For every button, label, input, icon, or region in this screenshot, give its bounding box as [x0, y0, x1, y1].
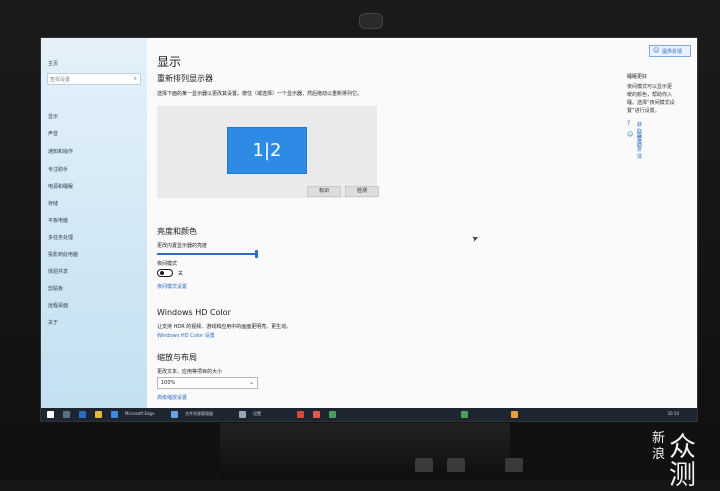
sidebar-item-shared[interactable]: 体验共享	[48, 268, 68, 275]
brightness-fill	[157, 253, 257, 255]
start-icon[interactable]	[47, 411, 54, 418]
folder-icon[interactable]	[95, 411, 102, 418]
main-panel: 显示 重新排列显示器 选择下面的某一显示器以更改其设置。按住（或选择）一个显示器…	[147, 38, 597, 408]
right-panel: ☺ 提供反馈 睡眠更好 夜间模式可以显示更暖的颜色，帮助你入睡。选择“夜间模式设…	[597, 38, 697, 408]
watermark-char-1: 新	[652, 431, 666, 446]
sidebar-item-power[interactable]: 电源和睡眠	[48, 183, 73, 190]
clock[interactable]: 20:10	[667, 411, 679, 416]
sidebar-item-project[interactable]: 投影到此电脑	[48, 251, 78, 258]
nightlight-label: 夜间模式	[157, 261, 178, 267]
sidebar-home[interactable]: 主页	[48, 60, 58, 67]
monitor-tile[interactable]: 1|2	[227, 127, 307, 174]
feedback-icon: ☺	[653, 47, 660, 54]
hdr-desc: 让支持 HDR 的视频、游戏和应用中的画面更明亮、更生动。	[157, 324, 292, 330]
app-icon-red[interactable]	[297, 411, 304, 418]
watermark-text: 众测	[669, 432, 696, 491]
sidebar-item-display[interactable]: 显示	[48, 113, 58, 120]
toggle-knob	[160, 271, 164, 275]
search-placeholder: 查找设置	[50, 77, 71, 83]
brightness-slider[interactable]	[157, 250, 258, 258]
arrange-title: 重新排列显示器	[157, 74, 213, 83]
sidebar-item-sound[interactable]: 声音	[48, 130, 58, 137]
arrange-desc: 选择下面的某一显示器以更改其设置。按住（或选择）一个显示器，然后拖动以重新排列它…	[157, 91, 363, 97]
search-taskbar-icon[interactable]	[63, 411, 70, 418]
identify-button[interactable]: 标识	[307, 186, 341, 197]
app-icon-green[interactable]	[329, 411, 336, 418]
store-icon[interactable]	[171, 411, 178, 418]
detect-button[interactable]: 检测	[345, 186, 379, 197]
sidebar-item-remote[interactable]: 远程桌面	[48, 302, 68, 309]
brightness-title: 亮度和颜色	[157, 227, 197, 236]
hdr-title: Windows HD Color	[157, 308, 231, 317]
nightlight-state: 关	[178, 271, 184, 277]
sidebar-item-clipboard[interactable]: 剪贴板	[48, 285, 63, 292]
watermark-logo: 新 浪 众测	[652, 431, 712, 490]
scale-value: 100%	[161, 380, 176, 386]
brightness-thumb[interactable]	[255, 250, 258, 258]
search-input[interactable]: 查找设置 ⌕	[47, 73, 141, 85]
scale-title: 缩放与布局	[157, 353, 197, 362]
edge-icon[interactable]	[111, 411, 118, 418]
brightness-label: 更改内置显示器的亮度	[157, 243, 208, 249]
settings-window: 主页 查找设置 ⌕ 显示 声音 通知和操作 专注助手 电源和睡眠 存储 平板电脑…	[40, 37, 698, 422]
scale-label: 更改文本、应用等项目的大小	[157, 369, 223, 375]
taskbar: Microsoft Edge 文件资源管理器 设置 20:10	[41, 408, 697, 421]
wechat-icon[interactable]	[461, 411, 468, 418]
page-title: 显示	[157, 55, 182, 69]
taskbar-app-label[interactable]: Microsoft Edge	[125, 411, 155, 416]
sidebar-item-about[interactable]: 关于	[48, 319, 58, 326]
sleep-desc: 夜间模式可以显示更暖的颜色，帮助你入睡。选择“夜间模式设置”进行设置。	[627, 84, 675, 114]
app-icon-orange[interactable]	[313, 411, 320, 418]
advanced-scale-link[interactable]: 高级缩放设置	[157, 394, 187, 401]
sidebar-item-notifications[interactable]: 通知和操作	[48, 148, 73, 155]
hdr-settings-link[interactable]: Windows HD Color 设置	[157, 332, 215, 339]
sidebar-item-multitasking[interactable]: 多任务处理	[48, 234, 73, 241]
chevron-down-icon: ⌄	[248, 379, 254, 386]
watermark-char-2: 浪	[652, 447, 666, 462]
scale-dropdown[interactable]: 100% ⌄	[157, 377, 258, 389]
task-view-icon[interactable]	[79, 411, 86, 418]
mouse-cursor-icon: ➤	[470, 233, 480, 244]
monitor-stand	[220, 423, 510, 480]
help-icon: ?	[627, 120, 631, 127]
taskbar-app-label[interactable]: 设置	[253, 411, 261, 417]
sleep-title: 睡眠更好	[627, 74, 648, 80]
sidebar-item-storage[interactable]: 存储	[48, 200, 58, 207]
shelf-object	[505, 458, 523, 472]
taskbar-app-label[interactable]: 文件资源管理器	[185, 411, 213, 417]
feedback-button[interactable]: ☺ 提供反馈	[649, 45, 691, 57]
person-icon: ☺	[627, 131, 634, 138]
display-arrangement: 1|2 标识 检测	[157, 106, 379, 198]
search-icon: ⌕	[133, 75, 137, 82]
give-feedback-label: 提供反馈	[637, 133, 643, 160]
app-icon-amber[interactable]	[511, 411, 518, 418]
feedback-button-label: 提供反馈	[662, 49, 683, 55]
sidebar: 主页 查找设置 ⌕ 显示 声音 通知和操作 专注助手 电源和睡眠 存储 平板电脑…	[41, 38, 147, 408]
shelf-object	[415, 458, 433, 472]
shelf-object	[447, 458, 465, 472]
sidebar-item-tablet[interactable]: 平板电脑	[48, 217, 68, 224]
gear-icon[interactable]	[239, 411, 246, 418]
nightlight-settings-link[interactable]: 夜间模式设置	[157, 283, 187, 290]
sidebar-item-focus[interactable]: 专注助手	[48, 166, 68, 173]
nightlight-toggle[interactable]	[157, 269, 173, 277]
webcam	[359, 13, 383, 29]
